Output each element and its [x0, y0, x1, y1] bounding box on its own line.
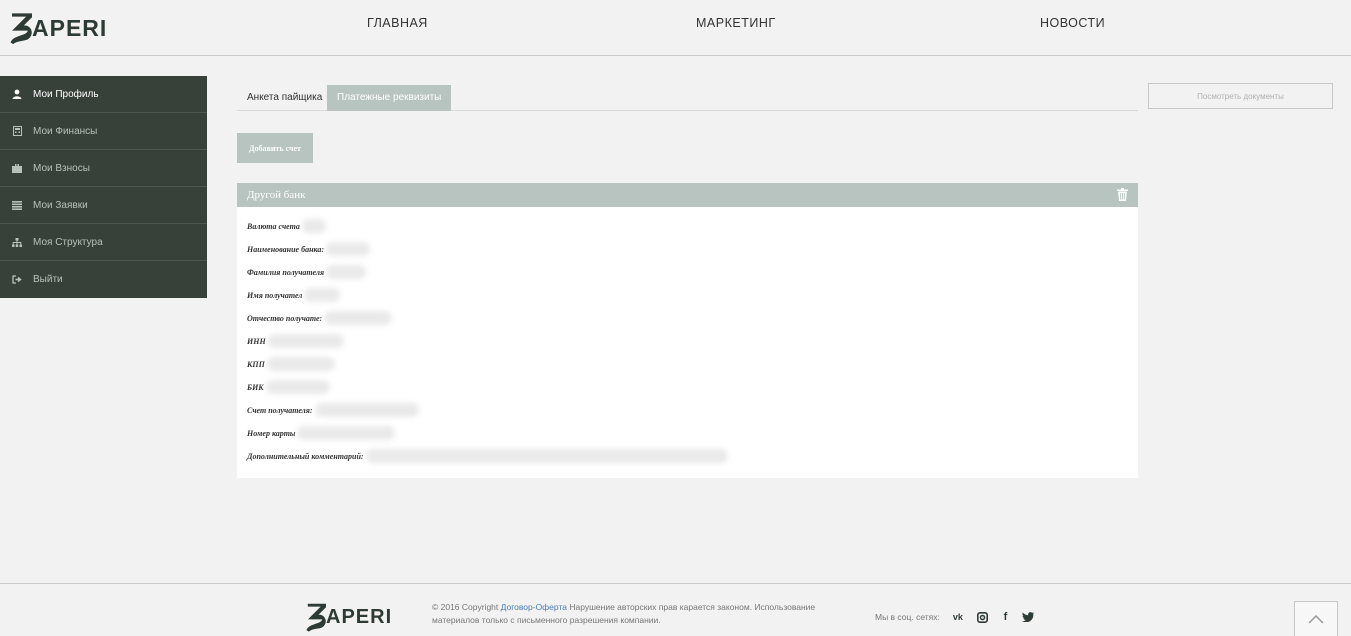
social-links: Мы в соц. сетях: vk f	[875, 611, 1035, 623]
redacted-value	[314, 403, 419, 417]
sitemap-icon	[11, 236, 23, 248]
field-row: Счет получателя:	[247, 403, 419, 417]
copyright-text: © 2016 Copyright Договор-Оферта Нарушени…	[432, 601, 857, 627]
redacted-value	[324, 311, 393, 325]
chevron-up-icon	[1308, 614, 1324, 624]
briefcase-icon	[11, 162, 23, 174]
twitter-icon[interactable]	[1022, 611, 1035, 623]
sidebar-item-profile[interactable]: Мои Профиль	[0, 76, 207, 113]
field-row: Фамилия получателя	[247, 265, 367, 279]
nav-news[interactable]: НОВОСТИ	[1040, 16, 1105, 30]
user-icon	[11, 88, 23, 100]
field-row: Отчество получате:	[247, 311, 393, 325]
sidebar-item-label: Мои Взносы	[33, 162, 90, 174]
field-label: Дополнительный комментарий:	[247, 451, 364, 461]
field-label: ИНН	[247, 336, 266, 346]
social-label: Мы в соц. сетях:	[875, 612, 940, 622]
vk-icon[interactable]: vk	[950, 611, 966, 623]
panel-header: Другой банк	[237, 183, 1138, 207]
calculator-icon	[11, 125, 23, 137]
nav-main[interactable]: ГЛАВНАЯ	[367, 16, 428, 30]
redacted-value	[267, 334, 344, 348]
add-account-button[interactable]: Добавить счет	[237, 133, 313, 163]
header: APERI ГЛАВНАЯ МАРКЕТИНГ НОВОСТИ	[0, 0, 1351, 56]
sidebar-item-logout[interactable]: Выйти	[0, 261, 207, 298]
field-row: Номер карты	[247, 426, 396, 440]
field-label: БИК	[247, 382, 264, 392]
list-icon	[11, 199, 23, 211]
sidebar-item-structure[interactable]: Моя Структура	[0, 224, 207, 261]
field-row: ИНН	[247, 334, 344, 348]
field-label: Номер карты	[247, 428, 296, 438]
nav-marketing[interactable]: МАРКЕТИНГ	[696, 16, 776, 30]
field-row: БИК	[247, 380, 330, 394]
logo[interactable]: APERI	[10, 10, 107, 46]
sidebar-item-label: Мои Заявки	[33, 199, 88, 211]
field-row: Наименование банка:	[247, 242, 371, 256]
field-label: Валюта счета	[247, 221, 300, 231]
redacted-value	[266, 357, 335, 371]
logo-mark-icon	[10, 13, 32, 45]
sidebar: Мои Профиль Мои Финансы Мои Взносы Мои З…	[0, 76, 207, 298]
sidebar-item-contributions[interactable]: Мои Взносы	[0, 150, 207, 187]
view-documents-button[interactable]: Посмотреть документы	[1148, 83, 1333, 109]
field-label: Имя получател	[247, 290, 303, 300]
field-row: Имя получател	[247, 288, 341, 302]
redacted-value	[326, 265, 367, 279]
tab-member-form[interactable]: Анкета пайщика	[237, 85, 332, 111]
bank-account-panel: Другой банк Валюта счета Наименование ба…	[237, 183, 1138, 478]
redacted-value	[326, 242, 371, 256]
field-row: КПП	[247, 357, 335, 371]
footer-logo[interactable]: APERI	[306, 600, 392, 634]
redacted-value	[304, 288, 341, 302]
field-label: КПП	[247, 359, 265, 369]
redacted-value	[365, 449, 728, 463]
field-label: Фамилия получателя	[247, 267, 325, 277]
field-label: Счет получателя:	[247, 405, 313, 415]
tab-bar: Анкета пайщика Платежные реквизиты	[237, 85, 1138, 111]
sidebar-item-label: Мои Финансы	[33, 125, 98, 137]
facebook-icon[interactable]: f	[999, 611, 1012, 623]
field-row: Валюта счета	[247, 219, 326, 233]
footer-logo-text: APERI	[326, 605, 393, 628]
redacted-value	[265, 380, 330, 394]
trash-icon[interactable]	[1117, 188, 1128, 201]
redacted-value	[297, 426, 396, 440]
scroll-to-top-button[interactable]	[1294, 601, 1338, 636]
panel-title: Другой банк	[247, 189, 306, 201]
footer: APERI © 2016 Copyright Договор-Оферта На…	[0, 583, 1351, 636]
redacted-value	[301, 219, 326, 233]
logo-text: APERI	[32, 14, 108, 41]
field-label: Наименование банка:	[247, 244, 325, 254]
offer-agreement-link[interactable]: Договор-Оферта	[501, 602, 567, 612]
tab-payment-details[interactable]: Платежные реквизиты	[327, 85, 452, 111]
field-row: Дополнительный комментарий:	[247, 449, 728, 463]
sign-out-icon	[11, 274, 23, 286]
sidebar-item-finance[interactable]: Мои Финансы	[0, 113, 207, 150]
sidebar-item-label: Моя Структура	[33, 236, 103, 248]
logo-mark-icon	[306, 603, 326, 632]
sidebar-item-label: Мои Профиль	[33, 88, 99, 100]
sidebar-item-label: Выйти	[33, 274, 63, 285]
field-label: Отчество получате:	[247, 313, 323, 323]
sidebar-item-requests[interactable]: Мои Заявки	[0, 187, 207, 224]
instagram-icon[interactable]	[976, 611, 989, 623]
copyright-prefix: © 2016 Copyright	[432, 602, 501, 612]
